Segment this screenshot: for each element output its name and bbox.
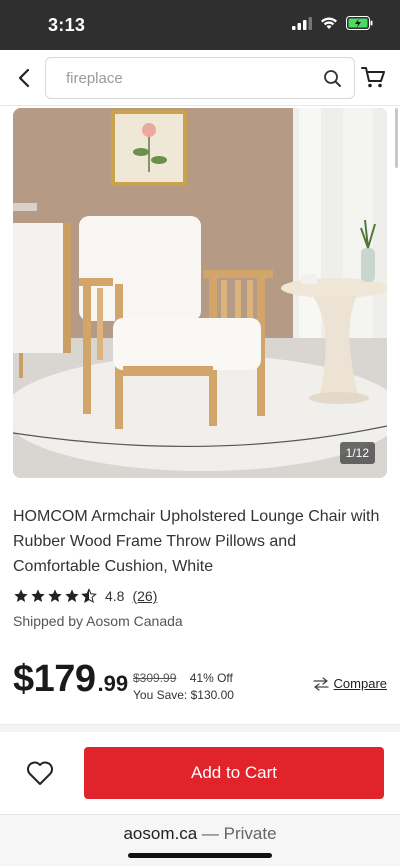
wishlist-button[interactable]	[26, 760, 56, 788]
chevron-left-icon	[18, 68, 30, 88]
rating-value: 4.8	[105, 588, 125, 604]
signal-icon	[292, 17, 312, 30]
status-time: 3:13	[48, 15, 86, 35]
compare-label[interactable]: Compare	[334, 676, 387, 691]
shopping-cart-icon	[361, 67, 385, 88]
shipped-by: Shipped by Aosom Canada	[13, 613, 183, 629]
review-count-link[interactable]: (26)	[132, 588, 157, 604]
rating-row: 4.8 (26)	[13, 586, 157, 606]
top-navigation: fireplace	[0, 50, 400, 106]
original-price: $309.99	[133, 671, 177, 685]
browser-url-bar[interactable]: aosom.ca — Private	[0, 814, 400, 866]
product-photo	[13, 108, 387, 478]
star-icon	[48, 589, 62, 602]
wifi-icon	[321, 17, 337, 29]
savings-text: You Save: $130.00	[133, 688, 234, 702]
price-cents: .99	[97, 671, 129, 696]
price-main: $179	[13, 658, 96, 700]
star-rating	[13, 588, 97, 604]
compare-button[interactable]: Compare	[312, 676, 387, 691]
battery-icon	[346, 16, 373, 30]
cart-button[interactable]	[360, 64, 390, 94]
compare-arrows-icon	[312, 676, 329, 691]
product-image-carousel[interactable]: 1/12	[13, 108, 387, 478]
private-mode-label: — Private	[201, 824, 277, 843]
bottom-action-bar: Add to Cart	[0, 732, 400, 814]
star-icon	[14, 589, 28, 602]
half-star-icon	[81, 588, 97, 604]
url-display[interactable]: aosom.ca — Private	[0, 824, 400, 844]
price-details: $309.99 41% Off You Save: $130.00	[133, 670, 234, 704]
discount-badge: 41% Off	[189, 671, 233, 685]
image-counter: 1/12	[339, 442, 375, 464]
home-indicator[interactable]	[128, 853, 272, 858]
search-input[interactable]: fireplace	[66, 70, 123, 87]
search-icon[interactable]	[323, 69, 342, 88]
product-title: HOMCOM Armchair Upholstered Lounge Chair…	[13, 508, 380, 575]
status-icons	[292, 16, 374, 30]
status-bar: 3:13	[0, 0, 400, 50]
star-icon	[31, 589, 45, 602]
add-to-cart-button[interactable]: Add to Cart	[84, 747, 384, 799]
section-divider	[0, 724, 400, 732]
star-icon	[65, 589, 79, 602]
url-domain: aosom.ca	[123, 824, 198, 843]
search-field[interactable]: fireplace	[45, 57, 355, 99]
scrollbar[interactable]	[395, 108, 398, 168]
back-button[interactable]	[10, 64, 38, 92]
price: $179 .99	[13, 658, 128, 704]
heart-icon	[27, 761, 53, 785]
